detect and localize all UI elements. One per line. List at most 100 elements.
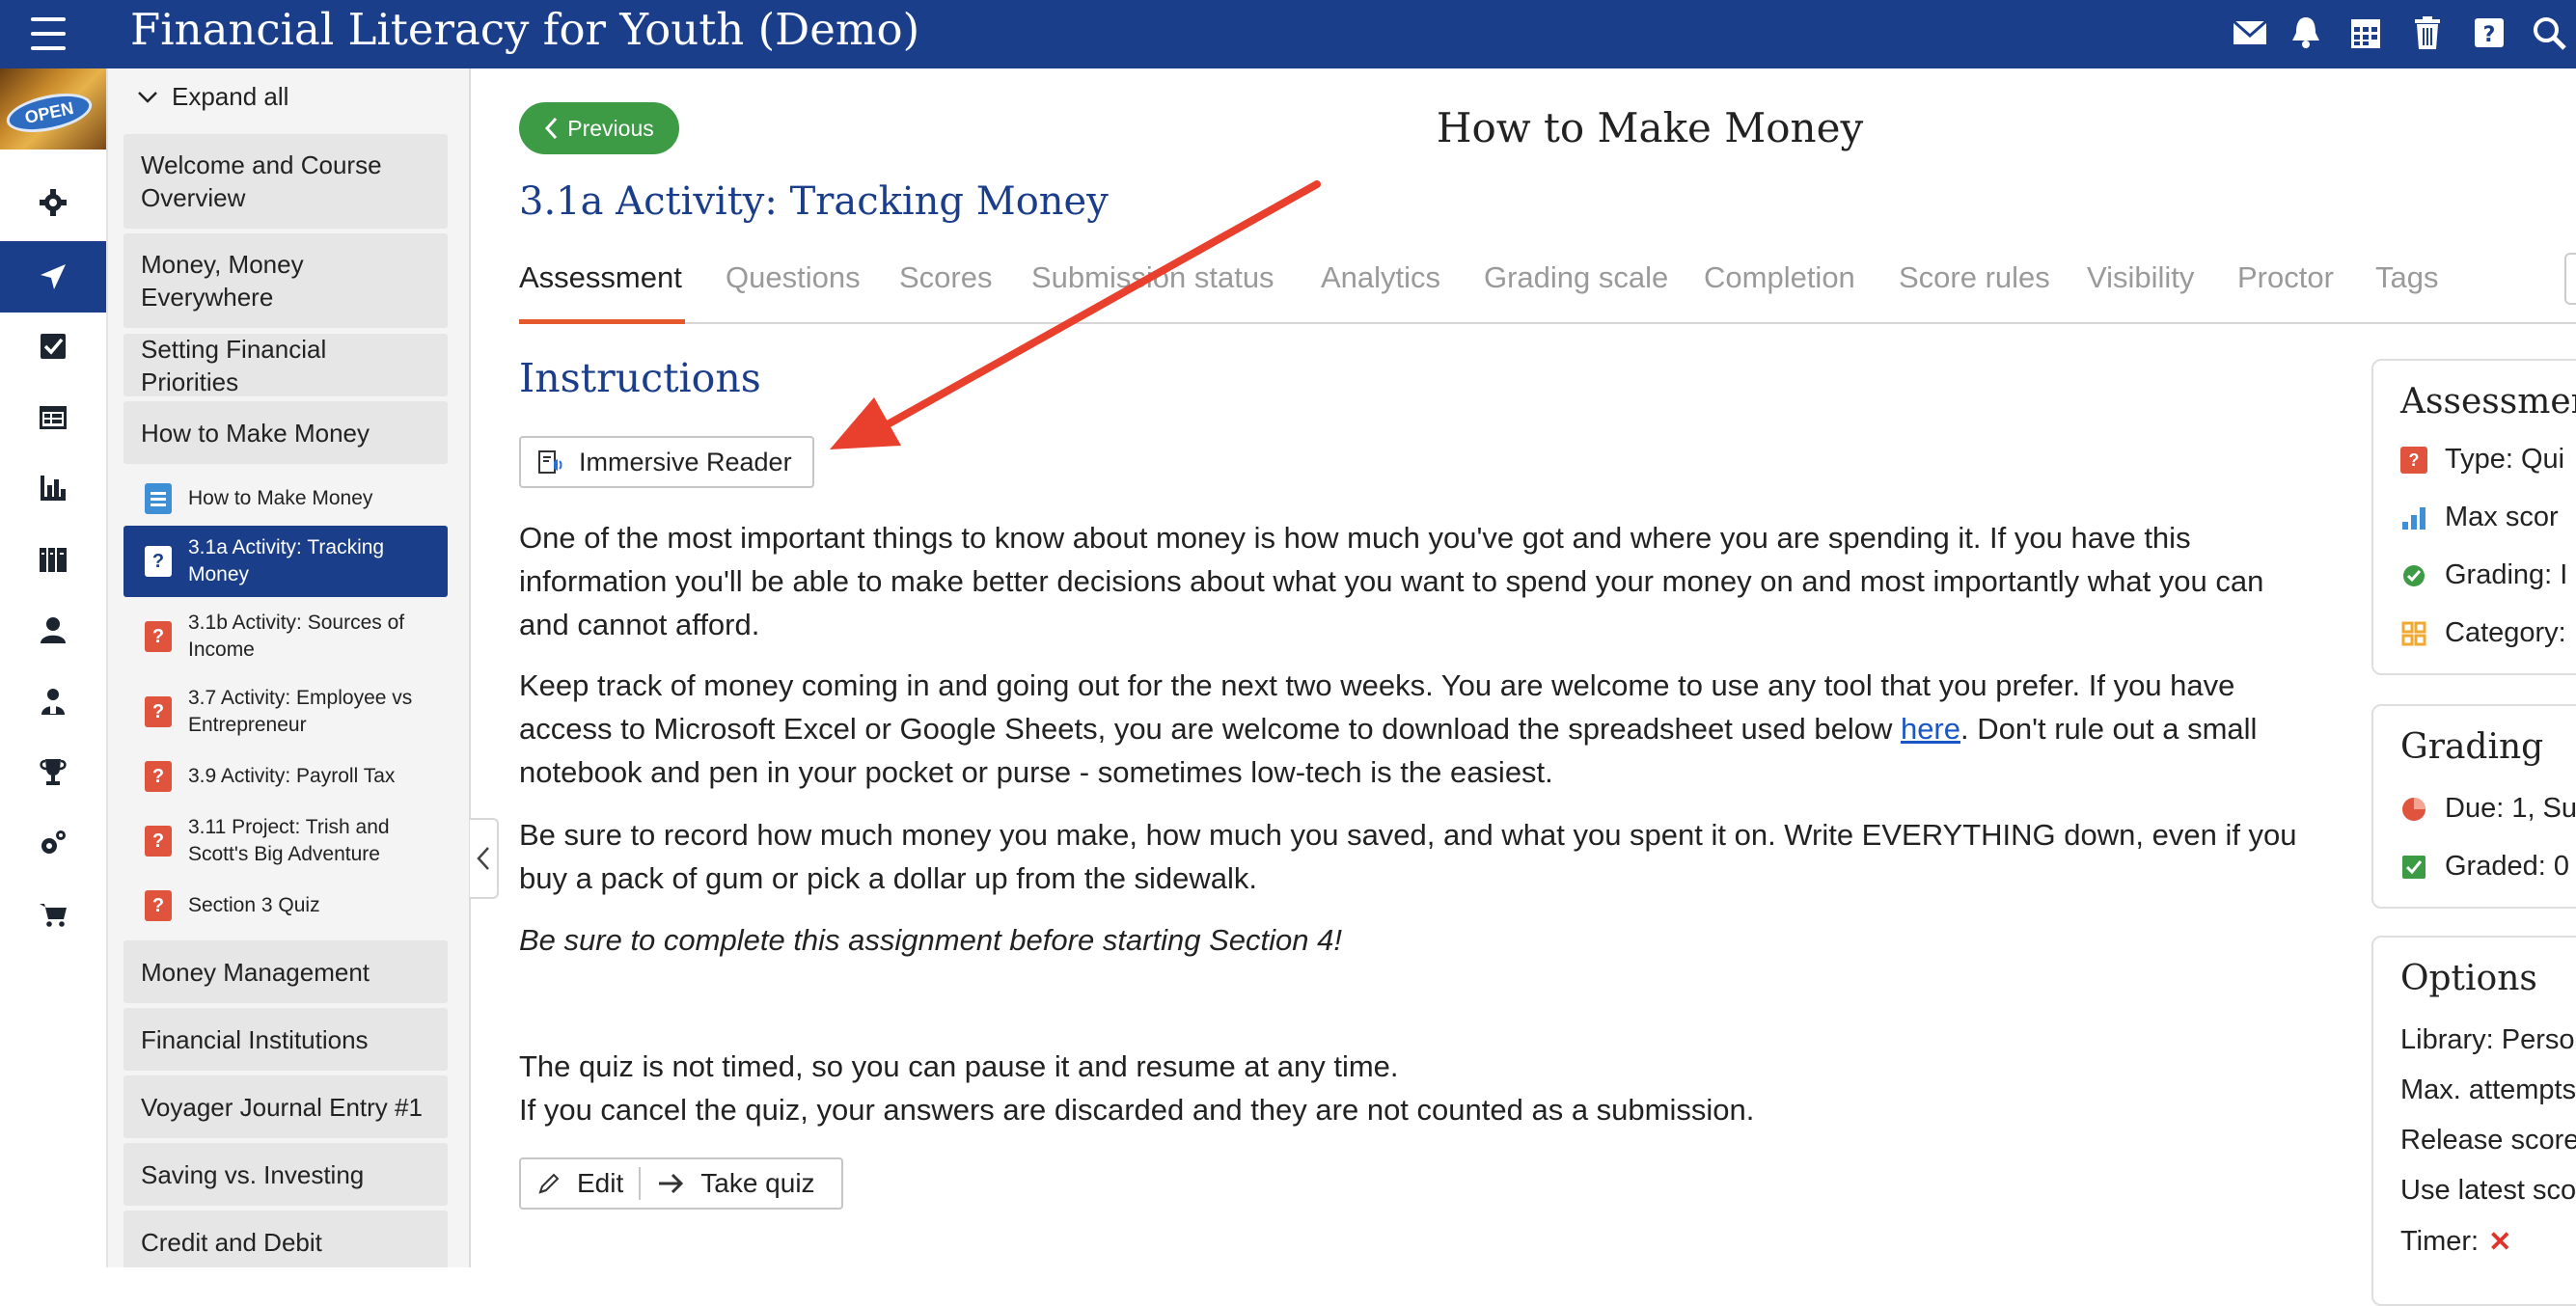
sidebar-section[interactable]: Money Management	[123, 940, 448, 1003]
quiz-note: If you cancel the quiz, your answers are…	[519, 1093, 1755, 1127]
sidebar-section-label: Money, Money Everywhere	[141, 250, 304, 312]
tab-visibility[interactable]: Visibility	[2087, 260, 2194, 295]
calendar-icon[interactable]	[2344, 12, 2387, 54]
due-value: Due: 1, Su	[2445, 793, 2576, 824]
gear-icon[interactable]	[0, 167, 106, 238]
menu-icon[interactable]	[25, 10, 71, 58]
sidebar-item-label: 3.1a Activity: Tracking Money	[188, 536, 385, 585]
app-title: Financial Literacy for Youth (Demo)	[130, 4, 920, 55]
course-image[interactable]: OPEN	[0, 68, 106, 150]
tab-overflow-button[interactable]	[2564, 253, 2576, 305]
graded-row: Graded: 0	[2400, 851, 2569, 883]
library-row: Library: Perso	[2400, 1024, 2575, 1055]
tab-bar: Assessment Questions Scores Submission s…	[519, 253, 2576, 324]
timer-row: Timer: ✕	[2400, 1225, 2511, 1259]
sidebar-section[interactable]: Financial Institutions	[123, 1008, 448, 1071]
sidebar-section[interactable]: Credit and Debit	[123, 1211, 448, 1267]
checkbox-icon	[2400, 854, 2427, 881]
sidebar-item-label: How to Make Money	[188, 487, 373, 509]
max-attempts-row: Max. attempts	[2400, 1075, 2576, 1105]
previous-button[interactable]: Previous	[519, 102, 679, 154]
edit-button[interactable]: Edit	[521, 1159, 639, 1208]
quiz-icon: ?	[145, 826, 172, 857]
panel-heading: Options	[2400, 959, 2537, 998]
spreadsheet-link[interactable]: here	[1901, 712, 1960, 746]
sidebar-item[interactable]: ? 3.1b Activity: Sources of Income	[123, 601, 448, 672]
collapse-sidebar-button[interactable]	[470, 818, 499, 899]
sidebar-section-label: Credit and Debit	[141, 1227, 322, 1257]
immersive-reader-label: Immersive Reader	[579, 447, 792, 476]
panel-heading: Assessmen	[2400, 382, 2576, 422]
trash-icon[interactable]	[2406, 12, 2449, 54]
expand-all-button[interactable]: Expand all	[137, 82, 288, 112]
sidebar-item[interactable]: How to Make Money	[123, 474, 448, 524]
quiz-icon: ?	[145, 696, 172, 727]
sidebar-section-label: Setting Financial Priorities	[141, 334, 327, 396]
left-rail: OPEN	[0, 68, 108, 1267]
immersive-reader-button[interactable]: Immersive Reader	[519, 436, 814, 488]
sidebar-section-label: Welcome and Course Overview	[141, 150, 382, 212]
instructions-heading: Instructions	[519, 355, 761, 401]
sidebar-item[interactable]: ? 3.7 Activity: Employee vs Entrepreneur	[123, 676, 448, 748]
sidebar-item[interactable]: ? 3.11 Project: Trish and Scott's Big Ad…	[123, 805, 448, 877]
type-row: ? Type: Qui	[2400, 444, 2564, 476]
active-tab-indicator	[519, 319, 685, 324]
tab-score-rules[interactable]: Score rules	[1899, 260, 2050, 295]
quiz-note: The quiz is not timed, so you can pause …	[519, 1049, 1399, 1083]
sidebar-section-label: Voyager Journal Entry #1	[141, 1092, 423, 1122]
quiz-icon: ?	[145, 890, 172, 921]
settings-icon[interactable]	[0, 807, 106, 879]
search-icon[interactable]	[2528, 12, 2570, 54]
previous-label: Previous	[567, 115, 654, 141]
sidebar-section-label: Money Management	[141, 957, 370, 987]
svg-text:?: ?	[2483, 23, 2496, 47]
analytics-icon[interactable]	[0, 452, 106, 524]
sidebar-item[interactable]: ? 3.9 Activity: Payroll Tax	[123, 751, 448, 802]
take-quiz-button[interactable]: Take quiz	[641, 1159, 830, 1208]
sidebar-section[interactable]: Saving vs. Investing	[123, 1143, 448, 1206]
sidebar-section[interactable]: Voyager Journal Entry #1	[123, 1075, 448, 1138]
sidebar-section[interactable]: Money, Money Everywhere	[123, 233, 448, 328]
quiz-icon: ?	[145, 621, 172, 652]
tab-submission-status[interactable]: Submission status	[1031, 260, 1274, 295]
navigate-icon[interactable]	[0, 241, 106, 313]
sidebar-section[interactable]: How to Make Money	[123, 401, 448, 464]
expand-all-label: Expand all	[172, 82, 289, 111]
chevron-left-icon	[545, 117, 558, 140]
tab-questions[interactable]: Questions	[726, 260, 861, 295]
course-outline-sidebar: Expand all Welcome and Course Overview M…	[108, 68, 471, 1267]
tab-completion[interactable]: Completion	[1704, 260, 1855, 295]
tab-analytics[interactable]: Analytics	[1321, 260, 1440, 295]
tab-assessment[interactable]: Assessment	[519, 260, 682, 295]
trophy-icon[interactable]	[0, 736, 106, 807]
checklist-icon[interactable]	[0, 311, 106, 382]
category-value: Category:	[2445, 617, 2566, 648]
sidebar-item-active[interactable]: ? 3.1a Activity: Tracking Money	[123, 526, 448, 597]
tab-grading-scale[interactable]: Grading scale	[1484, 260, 1668, 295]
person-icon[interactable]	[0, 594, 106, 666]
grading-row: Grading: I	[2400, 559, 2567, 591]
tab-tags[interactable]: Tags	[2375, 260, 2438, 295]
quiz-icon: ?	[2400, 446, 2427, 474]
sidebar-item-label: Section 3 Quiz	[188, 894, 320, 916]
people-icon[interactable]	[0, 666, 106, 737]
sidebar-section-label: How to Make Money	[141, 418, 370, 448]
cart-icon[interactable]	[0, 879, 106, 950]
sidebar-section[interactable]: Welcome and Course Overview	[123, 134, 448, 229]
sidebar-section[interactable]: Setting Financial Priorities	[123, 334, 448, 396]
pencil-icon	[538, 1173, 560, 1194]
gradebook-icon[interactable]	[0, 382, 106, 453]
help-icon[interactable]: ?	[2468, 12, 2510, 54]
bell-icon[interactable]	[2285, 12, 2327, 54]
library-icon[interactable]	[0, 524, 106, 595]
top-bar: Financial Literacy for Youth (Demo) ?	[0, 0, 2576, 68]
deadline-note: Be sure to complete this assignment befo…	[519, 923, 1342, 957]
tab-scores[interactable]: Scores	[899, 260, 992, 295]
sidebar-item[interactable]: ? Section 3 Quiz	[123, 881, 448, 931]
quiz-icon: ?	[145, 546, 172, 577]
instruction-paragraph: One of the most important things to know…	[519, 521, 2264, 641]
activity-title: 3.1a Activity: Tracking Money	[519, 179, 1109, 224]
tab-proctor[interactable]: Proctor	[2237, 260, 2334, 295]
mail-icon[interactable]	[2229, 12, 2271, 54]
chevron-left-icon	[477, 847, 489, 870]
